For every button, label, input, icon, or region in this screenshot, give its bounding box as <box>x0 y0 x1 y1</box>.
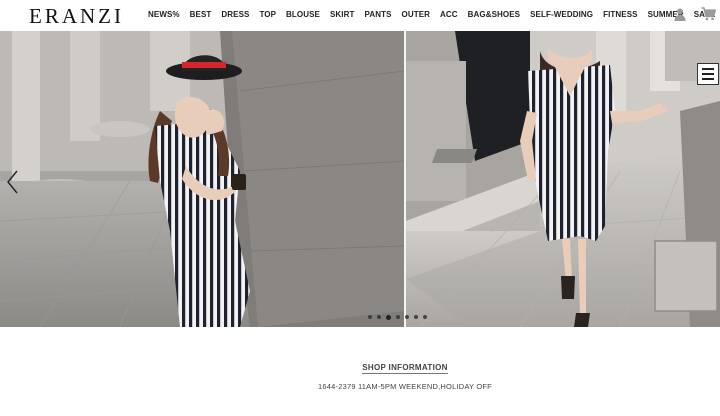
shop-info-title-wrap: SHOP INFORMATION <box>0 363 720 374</box>
hamburger-menu-icon[interactable] <box>697 63 719 85</box>
nav-item-best[interactable]: BEST <box>190 9 212 23</box>
user-icon[interactable] <box>674 8 686 21</box>
slider-pagination <box>368 314 432 321</box>
nav-item-outer[interactable]: OUTER <box>402 9 431 23</box>
nav-item-skirt[interactable]: SKIRT <box>330 9 355 23</box>
hero-slider[interactable] <box>0 31 720 327</box>
nav-item-self-wedding[interactable]: SELF-WEDDING <box>530 9 593 23</box>
shop-info-hours: 1644-2379 11AM-5PM WEEKEND,HOLIDAY OFF <box>318 382 492 391</box>
chevron-left-icon[interactable] <box>5 169 19 195</box>
slider-dot[interactable] <box>368 315 372 319</box>
nav-item-top[interactable]: TOP <box>259 9 276 23</box>
shop-information: SHOP INFORMATION 1644-2379 11AM-5PM WEEK… <box>0 327 720 416</box>
nav-item-pants[interactable]: PANTS <box>364 9 391 23</box>
slider-dot[interactable] <box>414 315 418 319</box>
nav-item-dress[interactable]: DRESS <box>221 9 249 23</box>
shop-info-title[interactable]: SHOP INFORMATION <box>362 363 448 374</box>
slider-dot[interactable] <box>396 315 400 319</box>
logo[interactable]: ERANZI <box>29 4 124 29</box>
nav-item-news[interactable]: NEWS% <box>148 9 180 23</box>
hero-image <box>0 31 720 327</box>
cart-icon[interactable] <box>701 7 716 21</box>
slider-dot-active[interactable] <box>386 314 391 320</box>
site-header: ERANZI NEWS% BEST DRESS TOP BLOUSE SKIRT… <box>0 0 720 31</box>
nav-item-bag-shoes[interactable]: BAG&SHOES <box>468 9 520 23</box>
nav-item-acc[interactable]: ACC <box>440 9 458 23</box>
slider-dot[interactable] <box>405 315 409 319</box>
nav-item-fitness[interactable]: FITNESS <box>603 9 637 23</box>
main-nav: NEWS% BEST DRESS TOP BLOUSE SKIRT PANTS … <box>140 9 716 23</box>
slider-dot[interactable] <box>377 315 381 319</box>
nav-item-blouse[interactable]: BLOUSE <box>286 9 320 23</box>
slider-dot[interactable] <box>423 315 427 319</box>
